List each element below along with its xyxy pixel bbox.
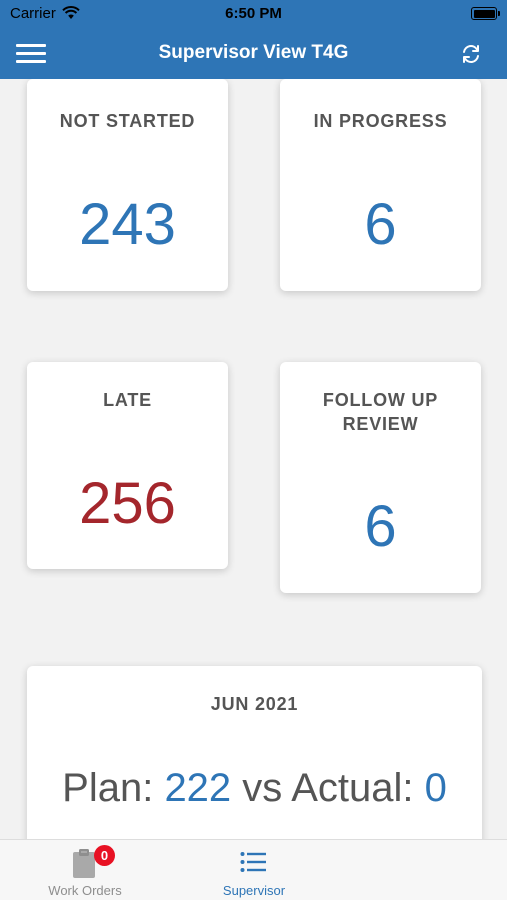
work-orders-badge: 0 xyxy=(94,845,115,866)
refresh-icon[interactable] xyxy=(459,42,483,66)
page-title: Supervisor View T4G xyxy=(158,42,349,63)
tab-label: Supervisor xyxy=(222,883,286,898)
card-label: NOT STARTED xyxy=(59,111,196,131)
card-label: IN PROGRESS xyxy=(313,111,448,131)
monthly-plan-card[interactable]: JUN 2021 Plan: 222 vs Actual: 0 xyxy=(27,666,482,839)
dashboard-content[interactable]: NOT STARTED 243 IN PROGRESS 6 LATE 256 F… xyxy=(0,79,507,839)
month-label: JUN 2021 xyxy=(210,694,299,714)
list-icon xyxy=(239,848,269,878)
nav-bar: Supervisor View T4G xyxy=(0,28,507,79)
card-value: 6 xyxy=(364,494,397,559)
status-time: 6:50 PM xyxy=(225,5,282,22)
tab-bar: 0 Work Orders Supervisor xyxy=(0,839,507,900)
card-label: LATE xyxy=(103,390,152,410)
card-value: 256 xyxy=(79,471,176,536)
card-value: 6 xyxy=(364,192,397,257)
card-label: FOLLOW UP REVIEW xyxy=(322,390,439,434)
plan-value: 222 xyxy=(164,766,232,810)
plan-prefix: Plan: xyxy=(62,766,165,810)
in-progress-card[interactable]: IN PROGRESS 6 xyxy=(280,79,481,291)
status-bar: Carrier 6:50 PM xyxy=(0,0,507,28)
plan-vs-actual: Plan: 222 vs Actual: 0 xyxy=(27,766,482,811)
card-value: 243 xyxy=(79,192,176,257)
tab-label: Work Orders xyxy=(48,883,122,898)
tab-supervisor[interactable]: Supervisor xyxy=(169,840,339,900)
vs-actual-text: vs Actual: xyxy=(231,766,425,810)
actual-value: 0 xyxy=(424,766,447,810)
not-started-card[interactable]: NOT STARTED 243 xyxy=(27,79,228,291)
battery-icon xyxy=(471,7,500,20)
late-card[interactable]: LATE 256 xyxy=(27,362,228,569)
follow-up-review-card[interactable]: FOLLOW UP REVIEW 6 xyxy=(280,362,481,593)
tab-work-orders[interactable]: 0 Work Orders xyxy=(0,840,170,900)
